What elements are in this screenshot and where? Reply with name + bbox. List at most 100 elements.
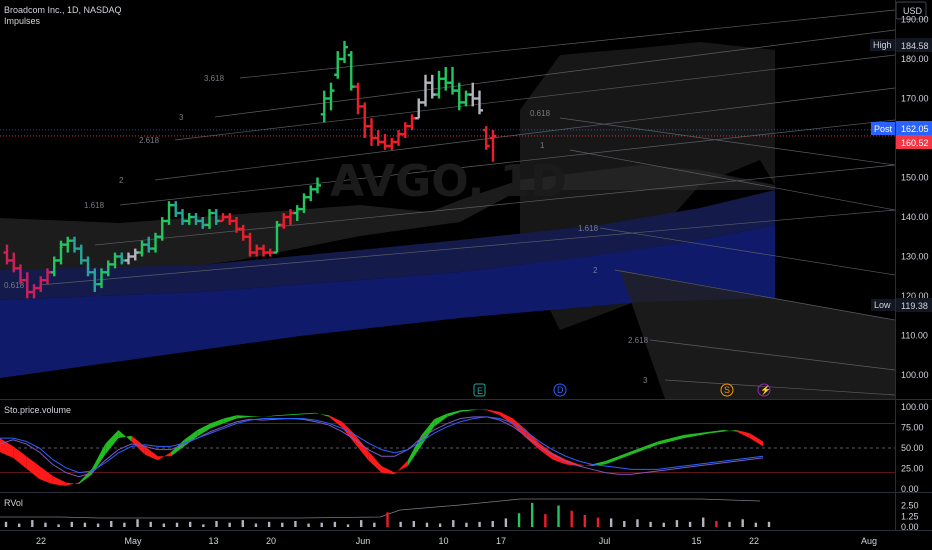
dividend-event[interactable]: D <box>553 383 567 397</box>
rvol-bar[interactable] <box>636 519 639 527</box>
ohlc-bar[interactable] <box>341 40 348 63</box>
ohlc-bar[interactable] <box>388 138 396 150</box>
rvol-bar[interactable] <box>544 514 547 527</box>
rvol-bar[interactable] <box>110 520 113 527</box>
fib-label: 1.618 <box>84 201 105 210</box>
rvol-bar[interactable] <box>649 521 652 527</box>
rvol-bar[interactable] <box>373 522 376 527</box>
rvol-bar[interactable] <box>188 521 192 527</box>
rvol-bar[interactable] <box>491 520 494 527</box>
rvol-bar[interactable] <box>44 522 47 527</box>
ohlc-bar[interactable] <box>334 51 342 79</box>
fib-label: 1 <box>540 141 545 150</box>
rvol-bar[interactable] <box>531 502 534 527</box>
ohlc-bar[interactable] <box>320 90 328 123</box>
rvol-bar[interactable] <box>17 523 21 527</box>
time-tick-label: 22 <box>36 536 46 546</box>
rvol-bar[interactable] <box>228 522 231 527</box>
ohlc-bar[interactable] <box>449 66 456 95</box>
rvol-bar[interactable] <box>425 522 429 527</box>
price-axis[interactable]: 100.00110.00120.00130.00140.00150.00160.… <box>901 15 929 381</box>
last-price-tag: 160.52 <box>896 135 932 149</box>
rvol-bar[interactable] <box>202 524 205 527</box>
rvol-bar[interactable] <box>662 522 665 527</box>
rvol-bar[interactable] <box>83 522 87 527</box>
rvol-bar[interactable] <box>267 521 271 527</box>
rvol-bar[interactable] <box>307 523 310 527</box>
rvol-bar[interactable] <box>333 521 337 527</box>
rvol-bar[interactable] <box>136 519 139 527</box>
rvol-bar[interactable] <box>215 520 218 527</box>
ohlc-bar[interactable] <box>395 130 402 146</box>
rvol-bar[interactable] <box>715 520 718 527</box>
rvol-bar[interactable] <box>96 523 100 527</box>
rvol-bar[interactable] <box>465 522 468 527</box>
rvol-bar[interactable] <box>359 520 363 527</box>
rvol-bar[interactable] <box>241 520 244 527</box>
rvol-pane[interactable]: 0.001.252.50 <box>0 498 919 532</box>
ohlc-bar[interactable] <box>307 185 315 202</box>
rvol-bar[interactable] <box>175 522 179 527</box>
ohlc-bar[interactable] <box>327 82 335 111</box>
rvol-bar[interactable] <box>399 521 402 527</box>
chart-canvas[interactable]: 0.61811.61822.61833.6180.61811.61822.618… <box>0 0 932 550</box>
rvol-bar[interactable] <box>609 518 613 527</box>
time-tick-label: Jun <box>356 536 371 546</box>
rvol-bar[interactable] <box>254 523 258 527</box>
ohlc-bar[interactable] <box>428 74 436 99</box>
ohlc-bar[interactable] <box>314 177 321 194</box>
rvol-bar[interactable] <box>754 522 758 527</box>
rvol-bar[interactable] <box>557 505 560 528</box>
ohlc-bar[interactable] <box>381 134 389 150</box>
rvol-bar[interactable] <box>412 520 416 527</box>
rvol-bar[interactable] <box>623 520 626 527</box>
rvol-bar[interactable] <box>149 521 152 527</box>
rvol-bar[interactable] <box>281 522 284 527</box>
ohlc-bar[interactable] <box>408 114 416 131</box>
rvol-bar[interactable] <box>320 522 323 527</box>
rvol-bar[interactable] <box>70 521 73 527</box>
rvol-bar[interactable] <box>728 521 731 527</box>
ohlc-bar[interactable] <box>374 130 382 146</box>
ohlc-bar[interactable] <box>172 201 180 217</box>
rvol-bar[interactable] <box>438 523 442 527</box>
ohlc-bar[interactable] <box>469 82 477 107</box>
rvol-bar[interactable] <box>688 521 692 527</box>
rvol-bar[interactable] <box>570 510 573 527</box>
rvol-bar[interactable] <box>386 512 389 527</box>
sto-ribbon-segment <box>289 413 303 416</box>
earnings-event[interactable]: E <box>473 383 486 397</box>
ohlc-bar[interactable] <box>476 90 483 115</box>
rvol-bar[interactable] <box>452 520 455 527</box>
sto-ribbon-segment <box>473 409 487 411</box>
rvol-bar[interactable] <box>346 524 350 527</box>
rvol-bar[interactable] <box>675 520 679 527</box>
rvol-bar[interactable] <box>123 522 126 527</box>
rvol-bar[interactable] <box>57 524 60 527</box>
rvol-bar[interactable] <box>4 521 8 527</box>
stochastic-pane[interactable]: 0.00 25.00 50.00 75.00 100.00 <box>0 402 929 494</box>
time-tick-label: 22 <box>749 536 759 546</box>
sto-ribbon-segment <box>26 456 40 480</box>
sto-ribbon-segment <box>157 452 172 461</box>
ohlc-bar[interactable] <box>368 118 375 146</box>
rvol-bar[interactable] <box>702 517 705 527</box>
ohlc-bar[interactable] <box>347 51 355 91</box>
rvol-bar[interactable] <box>162 523 166 527</box>
rvol-bar[interactable] <box>596 517 600 527</box>
rvol-bar[interactable] <box>294 520 297 527</box>
ohlc-bar[interactable] <box>361 102 369 138</box>
time-axis[interactable]: 22 May 13 20 Jun 10 17 Jul 15 22 Aug <box>36 536 877 546</box>
rvol-bar[interactable] <box>478 521 481 527</box>
rvol-bar[interactable] <box>741 519 744 527</box>
ohlc-bar[interactable] <box>435 70 443 99</box>
ohlc-bar[interactable] <box>462 90 470 107</box>
high-tag: High 184.58 <box>870 38 932 52</box>
rvol-bar[interactable] <box>767 521 771 527</box>
ohlc-bar[interactable] <box>415 98 423 120</box>
rvol-bar[interactable] <box>517 513 521 527</box>
rvol-bar[interactable] <box>504 518 508 527</box>
flash-event[interactable]: ⚡ <box>757 383 771 397</box>
rvol-bar[interactable] <box>31 520 34 527</box>
rvol-bar[interactable] <box>583 514 587 527</box>
